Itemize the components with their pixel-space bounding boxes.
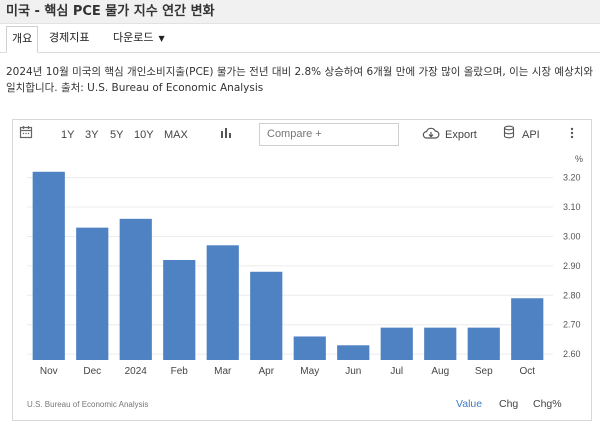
y-tick-label: 2.60	[563, 349, 581, 359]
bar[interactable]	[76, 227, 109, 360]
x-tick-label: May	[300, 366, 319, 377]
y-tick-label: 2.90	[563, 261, 581, 271]
y-tick-label: 3.10	[563, 202, 581, 212]
tab-label: 개요	[12, 32, 33, 45]
x-tick-label: Nov	[40, 366, 58, 377]
x-axis: Nov Dec 2024 Feb Mar Apr May Jun Jul Aug Sep Oct	[40, 366, 535, 377]
bar[interactable]	[206, 245, 239, 360]
caret-down-icon: ▼	[158, 34, 165, 43]
y-axis: 3.20 3.10 3.00 2.90 2.80 2.70 2.60	[563, 173, 581, 359]
y-tick-label: 2.80	[563, 290, 581, 300]
more-vertical-icon[interactable]	[570, 121, 574, 151]
tab-indicators[interactable]: 경제지표	[44, 26, 94, 53]
bar[interactable]	[250, 271, 283, 360]
y-tick-label: 2.70	[563, 320, 581, 330]
range-3y-button[interactable]: 3Y	[85, 120, 98, 150]
range-max-button[interactable]: MAX	[164, 120, 188, 150]
x-tick-label: 2024	[125, 366, 148, 377]
bar[interactable]	[32, 171, 65, 360]
source-note: U.S. Bureau of Economic Analysis	[27, 400, 149, 409]
chg-option[interactable]: Chg	[499, 398, 518, 410]
chg-percent-option[interactable]: Chg%	[533, 398, 562, 410]
chart-panel: 1Y 3Y 5Y 10Y MAX Compare + Export API % …	[12, 119, 592, 421]
bar[interactable]	[293, 336, 326, 360]
bar[interactable]	[424, 327, 457, 360]
bar-chart-icon[interactable]	[220, 121, 232, 151]
bar[interactable]	[163, 260, 196, 360]
tab-label: 경제지표	[49, 31, 90, 44]
range-5y-button[interactable]: 5Y	[110, 120, 123, 150]
description-text: 2024년 10월 미국의 핵심 개인소비지출(PCE) 물가는 전년 대비 2…	[6, 66, 594, 94]
x-tick-label: Oct	[519, 366, 535, 377]
x-tick-label: Mar	[214, 366, 232, 377]
bar-chart: % 3.20 3.10 3.00 2.90 2.80 2.70 2.60 Nov Dec 202…	[27, 154, 583, 377]
api-button[interactable]: API	[522, 120, 540, 150]
bar[interactable]	[119, 218, 152, 360]
title-bar: 미국 - 핵심 PCE 물가 지수 연간 변화	[0, 0, 600, 24]
tab-download[interactable]: 다운로드 ▼	[108, 26, 170, 53]
x-tick-label: Jun	[345, 366, 361, 377]
range-10y-button[interactable]: 10Y	[134, 120, 154, 150]
y-tick-label: 3.20	[563, 173, 581, 183]
range-1y-button[interactable]: 1Y	[61, 120, 74, 150]
bar[interactable]	[380, 327, 413, 360]
value-option[interactable]: Value	[456, 398, 482, 410]
cloud-download-icon[interactable]	[422, 121, 440, 151]
chart-toolbar: 1Y 3Y 5Y 10Y MAX Compare + Export API	[13, 120, 591, 150]
tab-bar: 개요 경제지표 다운로드 ▼	[0, 26, 600, 53]
page-title: 미국 - 핵심 PCE 물가 지수 연간 변화	[6, 4, 215, 19]
x-tick-label: Apr	[258, 366, 274, 377]
x-tick-label: Aug	[431, 366, 449, 377]
compare-input[interactable]: Compare +	[259, 123, 399, 146]
y-axis-unit: %	[575, 154, 583, 164]
tab-overview[interactable]: 개요	[6, 26, 39, 53]
calendar-icon[interactable]	[19, 121, 33, 151]
x-tick-label: Jul	[390, 366, 403, 377]
x-tick-label: Feb	[171, 366, 189, 377]
y-tick-label: 3.00	[563, 231, 581, 241]
tab-label: 다운로드	[113, 31, 154, 44]
bar[interactable]	[337, 345, 370, 360]
x-tick-label: Dec	[83, 366, 101, 377]
x-tick-label: Sep	[475, 366, 493, 377]
bar[interactable]	[511, 298, 544, 360]
export-button[interactable]: Export	[445, 120, 477, 150]
database-icon[interactable]	[503, 121, 515, 151]
bar[interactable]	[467, 327, 500, 360]
